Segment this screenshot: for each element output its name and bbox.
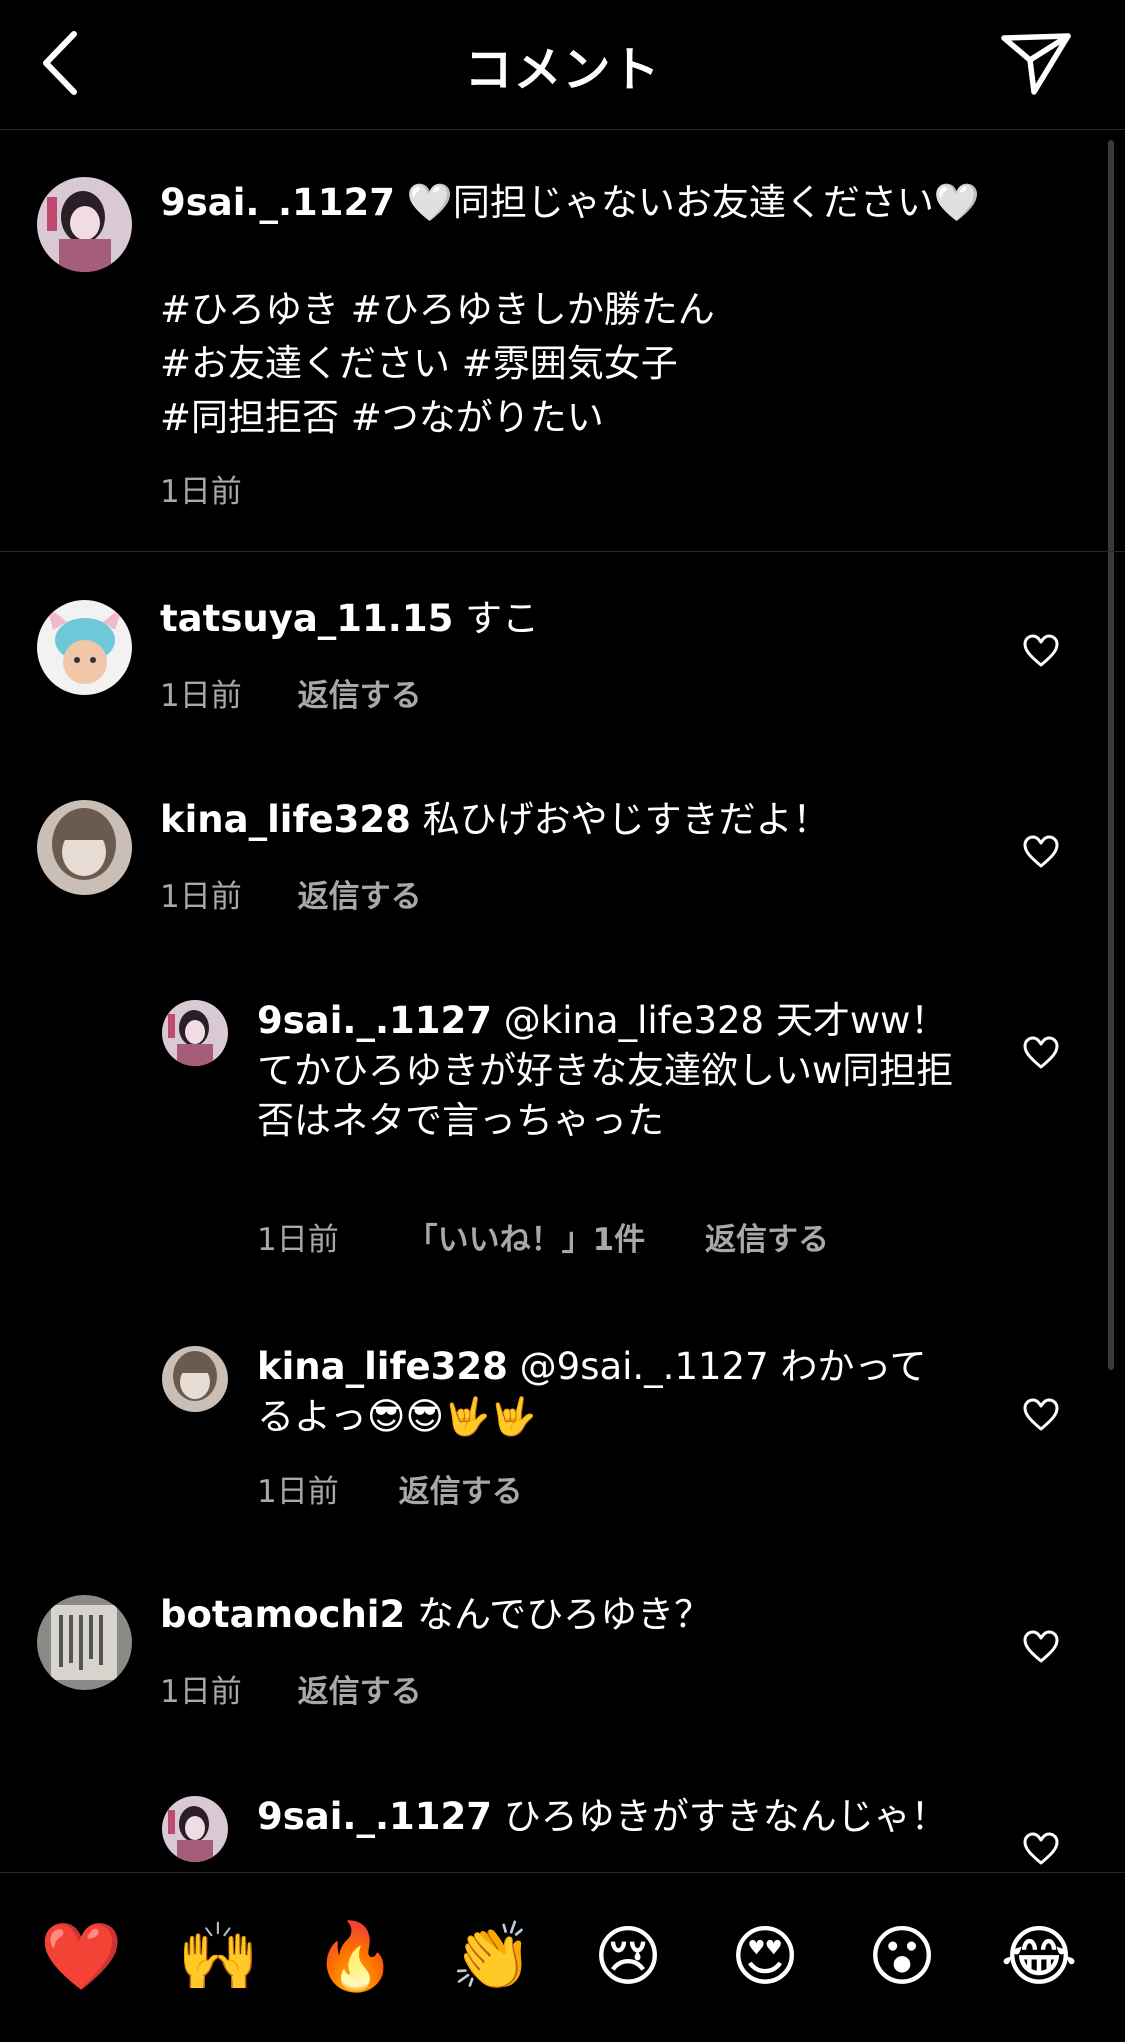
heart-icon[interactable]	[1022, 634, 1060, 668]
heart-icon[interactable]	[1022, 1036, 1060, 1070]
username[interactable]: 9sai._.1127	[160, 181, 395, 224]
caption-hashtags: #ひろゆき #ひろゆきしか勝たん #お友達ください #雰囲気女子 #同担拒否 #…	[160, 283, 1060, 445]
caption-text: 🤍同担じゃないお友達ください🤍	[395, 181, 980, 224]
heart-icon[interactable]	[1022, 1630, 1060, 1664]
laughing-tears-emoji-button[interactable]: 😂	[999, 1917, 1079, 1997]
comment-text: ひろゆきがすきなんじゃ！	[492, 1795, 948, 1838]
reply-button[interactable]: 返信する	[298, 1666, 422, 1711]
post-caption: 9sai._.1127 🤍同担じゃないお友達ください🤍 #ひろゆき #ひろゆきし…	[0, 130, 1125, 552]
fire-emoji-button[interactable]: 🔥	[314, 1917, 396, 1997]
page-title: コメント	[464, 42, 661, 98]
timestamp: 1日前	[257, 1222, 339, 1258]
avatar[interactable]	[162, 1346, 228, 1412]
surprised-face-emoji-button[interactable]: 😮	[862, 1917, 942, 1997]
comment-text: なんでひろゆき？	[405, 1593, 712, 1636]
likes-count[interactable]: 「いいね！」1件	[407, 1214, 646, 1259]
send-icon[interactable]	[1000, 30, 1072, 98]
timestamp: 1日前	[257, 1474, 339, 1510]
comment-text: 私ひげおやじすきだよ！	[410, 798, 830, 841]
username[interactable]: 9sai._.1127	[257, 999, 492, 1042]
hashtag-line[interactable]: #同担拒否 #つながりたい	[160, 391, 1060, 445]
reply-button[interactable]: 返信する	[399, 1466, 523, 1511]
heart-icon[interactable]	[1022, 835, 1060, 869]
timestamp: 1日前	[160, 1674, 242, 1710]
comment-text: すこ	[453, 597, 540, 640]
username[interactable]: botamochi2	[160, 1593, 405, 1636]
reply-comment: 9sai._.1127 @kina_life328 天才ww！ てかひろゆきが好…	[0, 954, 1125, 1258]
avatar[interactable]	[37, 177, 132, 272]
avatar[interactable]	[37, 1595, 132, 1690]
avatar[interactable]	[37, 800, 132, 895]
raising-hands-emoji-button[interactable]: 🙌	[177, 1917, 259, 1997]
clapping-hands-emoji-button[interactable]: 👏	[451, 1917, 533, 1997]
comment: tatsuya_11.15 すこ 1日前 返信する	[0, 552, 1125, 752]
username[interactable]: kina_life328	[257, 1345, 508, 1388]
reply-comment: 9sai._.1127 ひろゆきがすきなんじゃ！	[0, 1750, 1125, 1872]
hashtag-line[interactable]: #お友達ください #雰囲気女子	[160, 337, 1060, 391]
crying-face-emoji-button[interactable]: 😢	[588, 1917, 668, 1997]
red-heart-emoji-button[interactable]: ❤️	[40, 1917, 122, 1997]
comment: botamochi2 なんでひろゆき？ 1日前 返信する	[0, 1548, 1125, 1748]
timestamp: 1日前	[160, 678, 242, 714]
timestamp: 1日前	[160, 879, 242, 915]
reply-button[interactable]: 返信する	[298, 670, 422, 715]
reply-comment: kina_life328 @9sai._.1127 わかってるよっ😎😎🤟🤟 1日…	[0, 1300, 1125, 1560]
heart-icon[interactable]	[1022, 1398, 1060, 1432]
timestamp: 1日前	[160, 474, 242, 510]
avatar[interactable]	[162, 1796, 228, 1862]
header: コメント	[0, 0, 1125, 130]
avatar[interactable]	[162, 1000, 228, 1066]
hashtag-line[interactable]: #ひろゆき #ひろゆきしか勝たん	[160, 283, 1060, 337]
comment: kina_life328 私ひげおやじすきだよ！ 1日前 返信する	[0, 753, 1125, 953]
reply-button[interactable]: 返信する	[298, 871, 422, 916]
heart-eyes-emoji-button[interactable]: 😍	[725, 1917, 805, 1997]
emoji-reaction-bar: ❤️ 🙌 🔥 👏 😢 😍 😮 😂	[0, 1872, 1125, 2042]
avatar[interactable]	[37, 600, 132, 695]
reply-button[interactable]: 返信する	[705, 1214, 829, 1259]
username[interactable]: kina_life328	[160, 798, 411, 841]
heart-icon[interactable]	[1022, 1832, 1060, 1866]
username[interactable]: tatsuya_11.15	[160, 597, 453, 640]
username[interactable]: 9sai._.1127	[257, 1795, 492, 1838]
